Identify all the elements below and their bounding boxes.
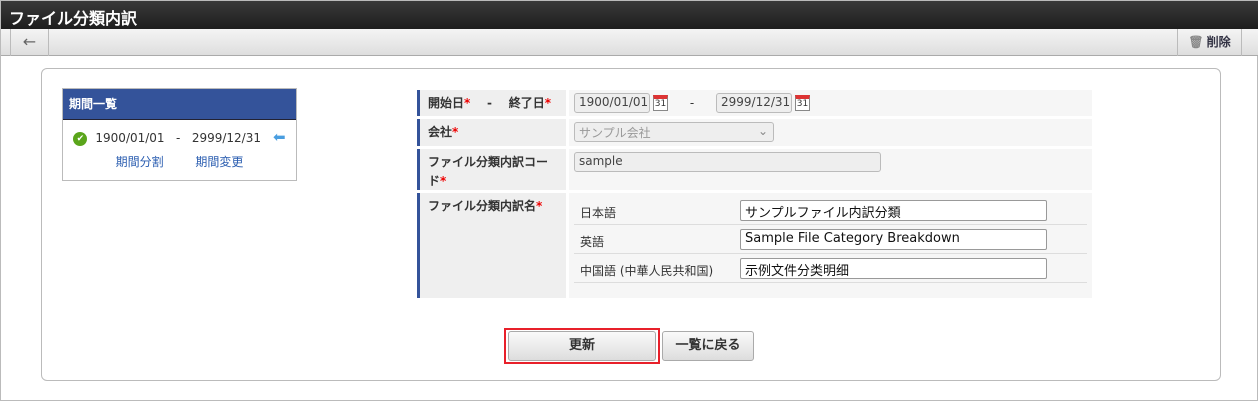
company-value: サンプル会社 bbox=[579, 126, 651, 140]
code-row: ファイル分類内訳コード* sample bbox=[417, 149, 1092, 190]
name-zh-row: 中国語 (中華人民共和国) 示例文件分类明细 bbox=[574, 254, 1087, 283]
end-date-input[interactable]: 2999/12/31 bbox=[716, 93, 792, 113]
chevron-down-icon: ⌄ bbox=[757, 124, 768, 138]
required-mark: * bbox=[452, 125, 459, 139]
page-title: ファイル分類内訳 bbox=[1, 1, 1258, 29]
start-date-label: 開始日 bbox=[428, 96, 465, 110]
company-label: 会社 bbox=[428, 125, 453, 139]
period-end: 2999/12/31 bbox=[191, 131, 261, 145]
lang-label: 英語 bbox=[580, 235, 605, 249]
name-row: ファイル分類内訳名* 日本語 サンプルファイル内訳分類 英語 Sample File… bbox=[417, 193, 1092, 298]
name-en-input[interactable]: Sample File Category Breakdown bbox=[740, 229, 1047, 250]
required-mark: * bbox=[440, 174, 447, 188]
lang-label: 中国語 (中華人民共和国) bbox=[580, 264, 714, 278]
start-date-input[interactable]: 1900/01/01 bbox=[574, 93, 650, 113]
name-ja-input[interactable]: サンプルファイル内訳分類 bbox=[740, 200, 1047, 221]
period-item[interactable]: ✔ 1900/01/01 - 2999/12/31 ⬅ bbox=[63, 128, 296, 146]
back-button[interactable]: ← bbox=[10, 29, 49, 56]
name-ja-row: 日本語 サンプルファイル内訳分類 bbox=[574, 196, 1087, 225]
date-sep: - bbox=[689, 95, 695, 110]
code-input[interactable]: sample bbox=[574, 152, 881, 172]
lang-label: 日本語 bbox=[580, 206, 617, 220]
back-to-list-button[interactable]: 一覧に戻る bbox=[662, 331, 754, 361]
company-row: 会社* サンプル会社 ⌄ bbox=[417, 119, 1092, 146]
name-zh-input[interactable]: 示例文件分类明细 bbox=[740, 258, 1047, 279]
delete-button[interactable]: 🗑 削除 bbox=[1177, 29, 1242, 56]
period-start: 1900/01/01 bbox=[95, 131, 165, 145]
period-list-title: 期間一覧 bbox=[63, 89, 296, 120]
date-row: 開始日* - 終了日* 1900/01/01 31 - 2999/12/31 31 bbox=[417, 90, 1092, 116]
period-split-link[interactable]: 期間分割 bbox=[116, 155, 164, 169]
period-sep: - bbox=[176, 131, 181, 145]
check-icon: ✔ bbox=[73, 131, 88, 146]
arrow-left-icon: ⬅ bbox=[273, 128, 286, 146]
trash-icon: 🗑 bbox=[1188, 35, 1204, 49]
required-mark: * bbox=[544, 96, 552, 110]
calendar-icon[interactable]: 31 bbox=[795, 95, 810, 111]
name-label: ファイル分類内訳名 bbox=[428, 199, 537, 213]
date-sep: - bbox=[487, 96, 492, 110]
end-date-label: 終了日 bbox=[508, 96, 545, 110]
period-list: 期間一覧 ✔ 1900/01/01 - 2999/12/31 ⬅ 期間分割 期間変更 bbox=[62, 88, 297, 181]
company-select[interactable]: サンプル会社 ⌄ bbox=[574, 122, 774, 142]
arrow-left-icon: ← bbox=[22, 32, 37, 51]
calendar-icon[interactable]: 31 bbox=[653, 95, 668, 111]
delete-label: 削除 bbox=[1206, 35, 1231, 49]
required-mark: * bbox=[464, 96, 471, 110]
period-change-link[interactable]: 期間変更 bbox=[195, 155, 243, 169]
toolbar: ← 🗑 削除 bbox=[1, 29, 1258, 56]
update-button[interactable]: 更新 bbox=[508, 331, 656, 361]
name-en-row: 英語 Sample File Category Breakdown bbox=[574, 225, 1087, 254]
required-mark: * bbox=[536, 199, 543, 213]
